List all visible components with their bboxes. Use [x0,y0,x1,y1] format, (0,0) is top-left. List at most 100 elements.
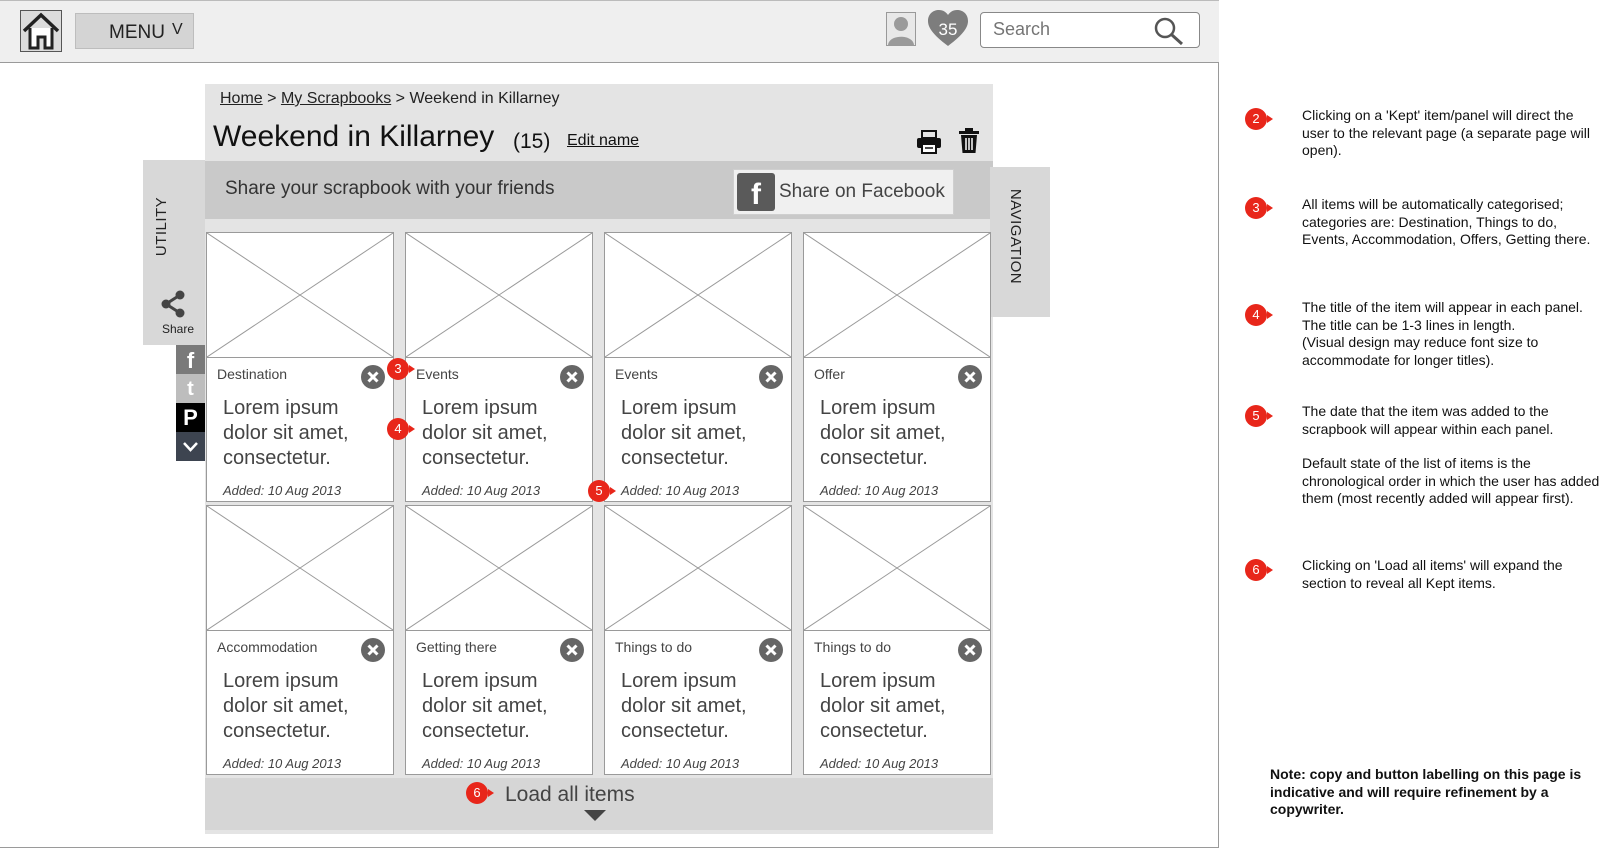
utility-label: UTILITY [153,196,171,257]
callout-marker-4: 4 [387,418,415,440]
image-placeholder [207,233,393,358]
item-added-date: Added: 10 Aug 2013 [621,756,740,771]
item-added-date: Added: 10 Aug 2013 [223,756,342,771]
trash-icon[interactable] [958,128,980,154]
close-icon[interactable] [361,638,385,662]
annotation-marker-2: 2 [1245,108,1273,130]
item-added-date: Added: 10 Aug 2013 [820,756,939,771]
load-all-items-button[interactable]: Load all items [505,783,635,807]
menu-label: MENU [109,22,165,43]
share-icon[interactable] [160,290,186,318]
scrapbook-item-card[interactable]: Things to do Lorem ipsum dolor sit amet, … [604,505,792,775]
item-category: Accommodation [217,639,318,655]
user-avatar[interactable] [886,12,916,46]
item-title: Lorem ipsum dolor sit amet, consectetur. [621,397,747,469]
annotation-marker-6: 6 [1245,559,1273,581]
annotation-note-5-text: The date that the item was added to the … [1302,403,1554,437]
home-icon [22,12,60,50]
item-title: Lorem ipsum dolor sit amet, consectetur. [223,670,349,742]
annotation-marker-4: 4 [1245,304,1273,326]
callout-marker-5: 5 [588,480,616,502]
item-category: Offer [814,366,845,382]
breadcrumb-my-scrapbooks[interactable]: My Scrapbooks [281,90,391,107]
page-title: Weekend in Killarney [213,120,495,153]
edit-name-link[interactable]: Edit name [567,132,639,150]
image-placeholder [605,506,791,631]
item-title: Lorem ipsum dolor sit amet, consectetur. [422,670,548,742]
home-button[interactable] [20,10,62,52]
breadcrumb: Home > My Scrapbooks > Weekend in Killar… [220,90,559,108]
annotation-note-5-detail: Default state of the list of items is th… [1302,455,1600,506]
annotation-marker-5: 5 [1245,405,1273,427]
annotation-note-2: Clicking on a 'Kept' item/panel will dir… [1302,107,1590,158]
image-placeholder [406,233,592,358]
scrapbook-item-card[interactable]: Destination Lorem ipsum dolor sit amet, c… [206,232,394,502]
annotation-marker-3: 3 [1245,197,1273,219]
item-added-date: Added: 10 Aug 2013 [422,483,541,498]
item-added-date: Added: 10 Aug 2013 [820,483,939,498]
annotation-note-4: The title of the item will appear in eac… [1302,299,1602,369]
scrapbook-item-card[interactable]: Things to do Lorem ipsum dolor sit amet, … [803,505,991,775]
scrapbook-item-card[interactable]: Accommodation Lorem ipsum dolor sit amet,… [206,505,394,775]
image-placeholder [207,506,393,631]
navigation-label: NAVIGATION [1007,188,1025,285]
pinterest-share-icon[interactable]: P [176,403,205,432]
item-category: Events [416,366,459,382]
close-icon[interactable] [958,365,982,389]
breadcrumb-home[interactable]: Home [220,90,263,107]
annotation-note-4-text: The title of the item will appear in eac… [1302,299,1583,333]
item-title: Lorem ipsum dolor sit amet, consectetur. [422,397,548,469]
annotation-note-5: The date that the item was added to the … [1302,403,1602,525]
item-added-date: Added: 10 Aug 2013 [223,483,342,498]
item-added-date: Added: 10 Aug 2013 [422,756,541,771]
image-placeholder [804,506,990,631]
callout-marker-6: 6 [466,782,494,804]
chevron-down-icon [183,442,198,452]
callout-marker-3: 3 [387,358,415,380]
copy-disclaimer: Note: copy and button labelling on this … [1270,766,1582,817]
search-box[interactable] [980,12,1200,48]
annotation-note-6: Clicking on 'Load all items' will expand… [1302,557,1563,591]
breadcrumb-current: Weekend in Killarney [409,90,560,107]
scrapbook-item-card[interactable]: Offer Lorem ipsum dolor sit amet, consect… [803,232,991,502]
search-input[interactable] [993,19,1143,40]
item-category: Destination [217,366,288,382]
close-icon[interactable] [560,365,584,389]
print-icon[interactable] [916,130,942,154]
item-category: Events [615,366,658,382]
close-icon[interactable] [759,638,783,662]
more-share-button[interactable] [176,432,205,461]
breadcrumb-separator: > [267,90,277,107]
favourites-count: 35 [938,20,958,39]
close-icon[interactable] [958,638,982,662]
item-title: Lorem ipsum dolor sit amet, consectetur. [820,670,946,742]
item-category: Things to do [615,639,693,655]
close-icon[interactable] [560,638,584,662]
facebook-share-icon[interactable]: f [176,345,205,374]
image-placeholder [605,233,791,358]
scrapbook-item-card[interactable]: Events Lorem ipsum dolor sit amet, consec… [405,232,593,502]
breadcrumb-separator: > [395,90,405,107]
annotation-note-3: All items will be automatically categori… [1302,196,1591,247]
item-title: Lorem ipsum dolor sit amet, consectetur. [820,397,946,469]
image-placeholder [406,506,592,631]
item-title: Lorem ipsum dolor sit amet, consectetur. [621,670,747,742]
share-label: Share [162,322,195,336]
close-icon[interactable] [361,365,385,389]
image-placeholder [804,233,990,358]
share-on-facebook-button[interactable]: f Share on Facebook [733,169,954,215]
scrapbook-item-card[interactable]: Getting there Lorem ipsum dolor sit amet,… [405,505,593,775]
facebook-icon: f [737,173,775,211]
item-category: Getting there [416,639,497,655]
scrapbook-item-card[interactable]: Events Lorem ipsum dolor sit amet, consec… [604,232,792,502]
share-on-facebook-label: Share on Facebook [779,181,945,202]
item-category: Things to do [814,639,892,655]
menu-button[interactable]: MENU V [75,13,194,49]
twitter-share-icon[interactable]: t [176,374,205,403]
chevron-down-icon: V [172,21,183,38]
close-icon[interactable] [759,365,783,389]
share-bar-text: Share your scrapbook with your friends [225,178,555,199]
search-icon[interactable] [1153,16,1185,46]
item-count: (15) [513,130,551,153]
chevron-down-icon[interactable] [584,810,606,821]
